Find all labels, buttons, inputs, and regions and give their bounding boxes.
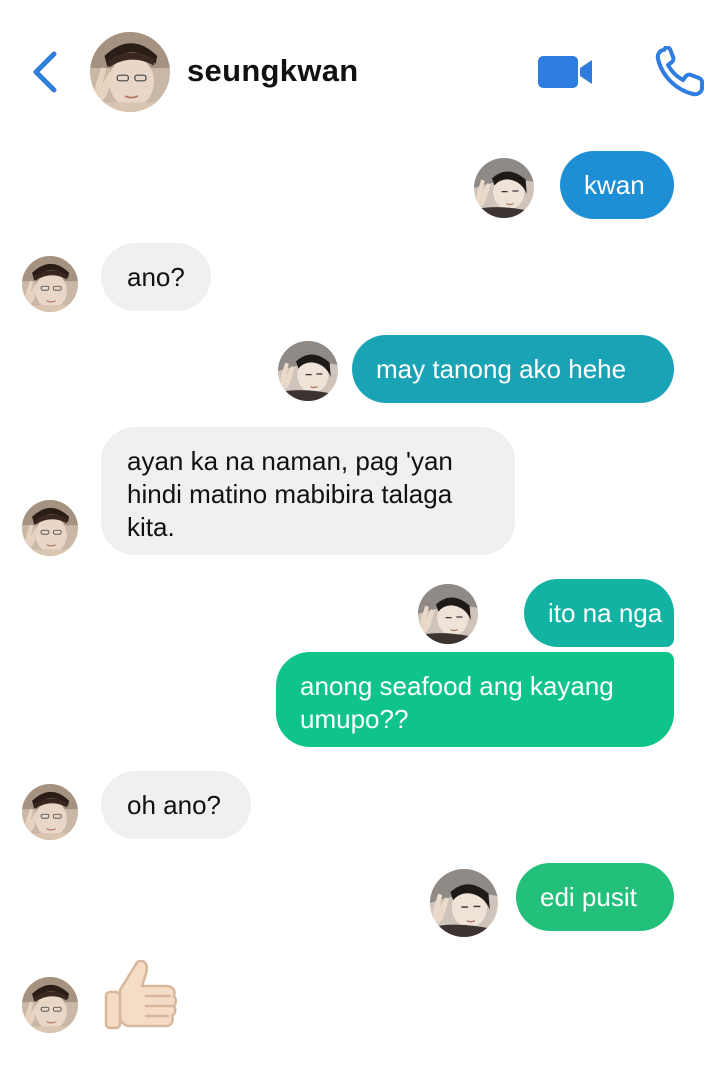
chat-header: seungkwan (0, 0, 720, 140)
message-bubble-outgoing[interactable]: ito na nga (524, 579, 674, 647)
user-avatar (474, 158, 534, 218)
user-avatar (430, 869, 498, 937)
contact-name[interactable]: seungkwan (187, 53, 359, 89)
user-avatar (278, 341, 338, 401)
contact-avatar[interactable] (90, 32, 170, 112)
video-camera-icon (538, 56, 592, 88)
contact-avatar-small (22, 977, 78, 1033)
message-bubble-outgoing[interactable]: edi pusit (516, 863, 674, 931)
contact-avatar-small (22, 784, 78, 840)
message-bubble-outgoing[interactable]: anong seafood ang kayang umupo?? (276, 652, 674, 747)
message-bubble-incoming[interactable]: ayan ka na naman, pag 'yan hindi matino … (101, 427, 515, 555)
message-bubble-incoming[interactable]: ano? (101, 243, 211, 311)
message-bubble-outgoing[interactable]: kwan (560, 151, 674, 219)
user-avatar (418, 584, 478, 644)
contact-avatar-small (22, 256, 78, 312)
thumbs-up-message[interactable] (100, 954, 182, 1036)
phone-icon (655, 45, 704, 97)
thumbs-up-icon (104, 959, 178, 1030)
message-bubble-incoming[interactable]: oh ano? (101, 771, 251, 839)
message-bubble-outgoing[interactable]: may tanong ako hehe (352, 335, 674, 403)
chevron-left-icon (33, 51, 57, 93)
voice-call-button[interactable] (654, 45, 706, 98)
back-button[interactable] (26, 48, 66, 96)
contact-avatar-small (22, 500, 78, 556)
video-call-button[interactable] (536, 52, 596, 92)
